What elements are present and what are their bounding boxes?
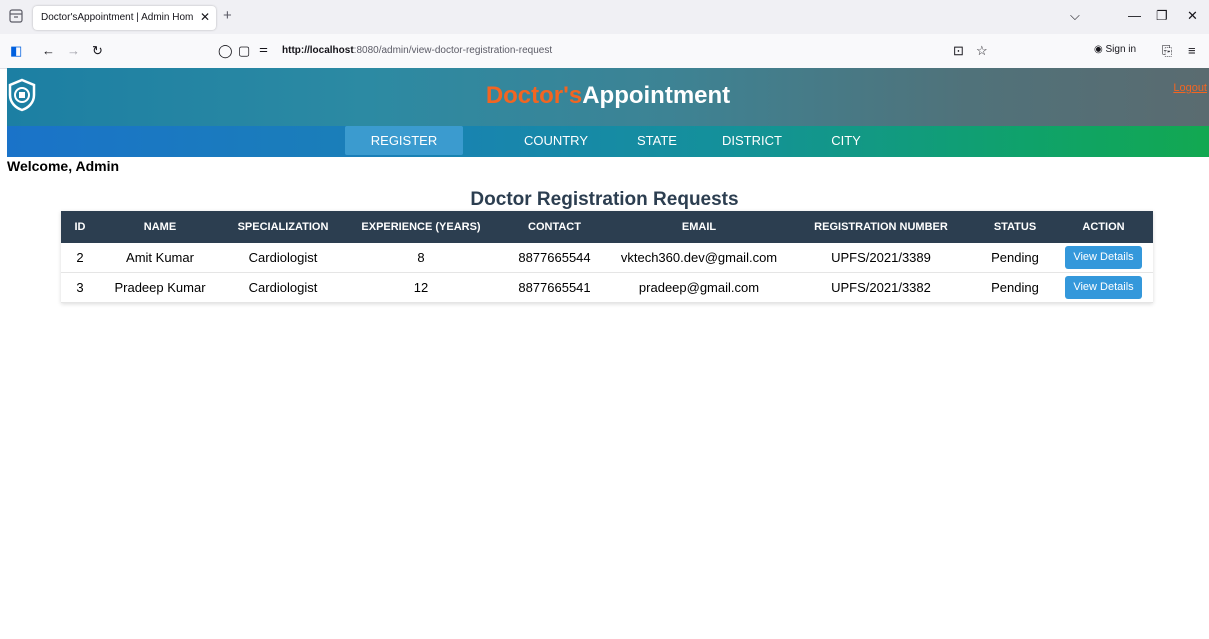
- header-experience: EXPERIENCE (YEARS): [345, 211, 497, 243]
- url-bar[interactable]: ◯ ▢ ⚌ http://localhost:8080/admin/view-d…: [210, 39, 1000, 63]
- table-row: 3 Pradeep Kumar Cardiologist 12 88776655…: [61, 272, 1153, 303]
- welcome-message: Welcome, Admin: [7, 158, 120, 174]
- menu-item-register-doctor[interactable]: REGISTER DOCTOR: [345, 126, 463, 177]
- tab-list-icon[interactable]: [9, 9, 23, 23]
- header-action: ACTION: [1054, 211, 1153, 243]
- header-status: STATUS: [976, 211, 1054, 243]
- tab-title: Doctor'sAppointment | Admin Hom: [41, 12, 194, 23]
- reload-icon[interactable]: ↻: [92, 43, 103, 59]
- new-tab-icon[interactable]: +: [223, 7, 232, 24]
- cell-action: View Details: [1054, 243, 1153, 273]
- cell-id: 2: [61, 243, 99, 273]
- header-registration-number: REGISTRATION NUMBER: [786, 211, 976, 243]
- logout-link[interactable]: Logout: [1173, 82, 1207, 94]
- sign-in-label: Sign in: [1105, 44, 1137, 55]
- sign-in-button[interactable]: ◉ Sign in: [1094, 40, 1149, 60]
- close-icon[interactable]: ✕: [200, 10, 210, 24]
- brand-part-doctors: Doctor's: [485, 82, 583, 109]
- menu-item-country[interactable]: COUNTRY: [517, 126, 595, 155]
- brand-title: Doctor'sAppointment: [7, 82, 1209, 110]
- reader-view-icon[interactable]: ⊡: [953, 43, 964, 59]
- cell-contact: 8877665544: [497, 243, 612, 273]
- cell-registration-number: UPFS/2021/3389: [786, 243, 976, 273]
- sidebar-icon[interactable]: ◧: [10, 43, 22, 59]
- menu-item-state[interactable]: STATE: [627, 126, 687, 155]
- cell-email: vktech360.dev@gmail.com: [612, 243, 786, 273]
- shield-icon[interactable]: ◯: [218, 43, 233, 59]
- app-header: Doctor'sAppointment Logout: [7, 68, 1209, 126]
- browser-tab-bar: Doctor'sAppointment | Admin Hom ✕ + ⌵ — …: [0, 0, 1209, 34]
- account-icon: ◉: [1094, 44, 1103, 55]
- table-header-row: ID NAME SPECIALIZATION EXPERIENCE (YEARS…: [61, 211, 1153, 243]
- cell-id: 3: [61, 272, 99, 303]
- admin-nav-menu: REGISTER DOCTOR COUNTRY STATE DISTRICT C…: [7, 126, 1209, 177]
- view-details-button[interactable]: View Details: [1065, 276, 1142, 299]
- page-icon[interactable]: ▢: [238, 43, 250, 59]
- menu-icon[interactable]: ≡: [1188, 43, 1196, 58]
- menu-item-city[interactable]: CITY: [822, 126, 870, 155]
- header-email: EMAIL: [612, 211, 786, 243]
- back-icon[interactable]: ←: [42, 43, 55, 58]
- url-text[interactable]: http://localhost:8080/admin/view-doctor-…: [282, 45, 552, 56]
- brand-part-appointment: Appointment: [582, 82, 731, 109]
- cell-experience: 12: [345, 272, 497, 303]
- cell-name: Amit Kumar: [99, 243, 221, 273]
- cell-registration-number: UPFS/2021/3382: [786, 272, 976, 303]
- cell-contact: 8877665541: [497, 272, 612, 303]
- bookmark-star-icon[interactable]: ☆: [976, 43, 988, 59]
- cell-experience: 8: [345, 243, 497, 273]
- permissions-icon[interactable]: ⚌: [259, 44, 268, 55]
- cell-name: Pradeep Kumar: [99, 272, 221, 303]
- url-path: :8080/admin/view-doctor-registration-req…: [353, 45, 553, 56]
- cell-status: Pending: [976, 243, 1054, 273]
- minimize-icon[interactable]: —: [1128, 8, 1141, 23]
- header-name: NAME: [99, 211, 221, 243]
- table-row: 2 Amit Kumar Cardiologist 8 8877665544 v…: [61, 243, 1153, 273]
- page-title: Doctor Registration Requests: [470, 189, 739, 210]
- window-close-icon[interactable]: ✕: [1187, 8, 1198, 24]
- view-details-button[interactable]: View Details: [1065, 246, 1142, 269]
- registration-requests-table: ID NAME SPECIALIZATION EXPERIENCE (YEARS…: [61, 211, 1153, 303]
- cell-specialization: Cardiologist: [221, 272, 345, 303]
- cell-specialization: Cardiologist: [221, 243, 345, 273]
- cell-status: Pending: [976, 272, 1054, 303]
- header-contact: CONTACT: [497, 211, 612, 243]
- extensions-icon[interactable]: ⎘: [1162, 43, 1172, 59]
- browser-nav-bar: ◧ ← → ↻ ◯ ▢ ⚌ http://localhost:8080/admi…: [0, 34, 1209, 69]
- menu-item-district[interactable]: DISTRICT: [712, 126, 792, 155]
- header-specialization: SPECIALIZATION: [221, 211, 345, 243]
- chevron-down-icon[interactable]: ⌵: [1070, 8, 1080, 24]
- url-host: http://localhost: [282, 45, 354, 56]
- cell-email: pradeep@gmail.com: [612, 272, 786, 303]
- forward-icon[interactable]: →: [67, 43, 80, 58]
- cell-action: View Details: [1054, 272, 1153, 303]
- header-id: ID: [61, 211, 99, 243]
- browser-tab[interactable]: Doctor'sAppointment | Admin Hom ✕: [33, 6, 216, 30]
- restore-icon[interactable]: ❐: [1156, 8, 1168, 24]
